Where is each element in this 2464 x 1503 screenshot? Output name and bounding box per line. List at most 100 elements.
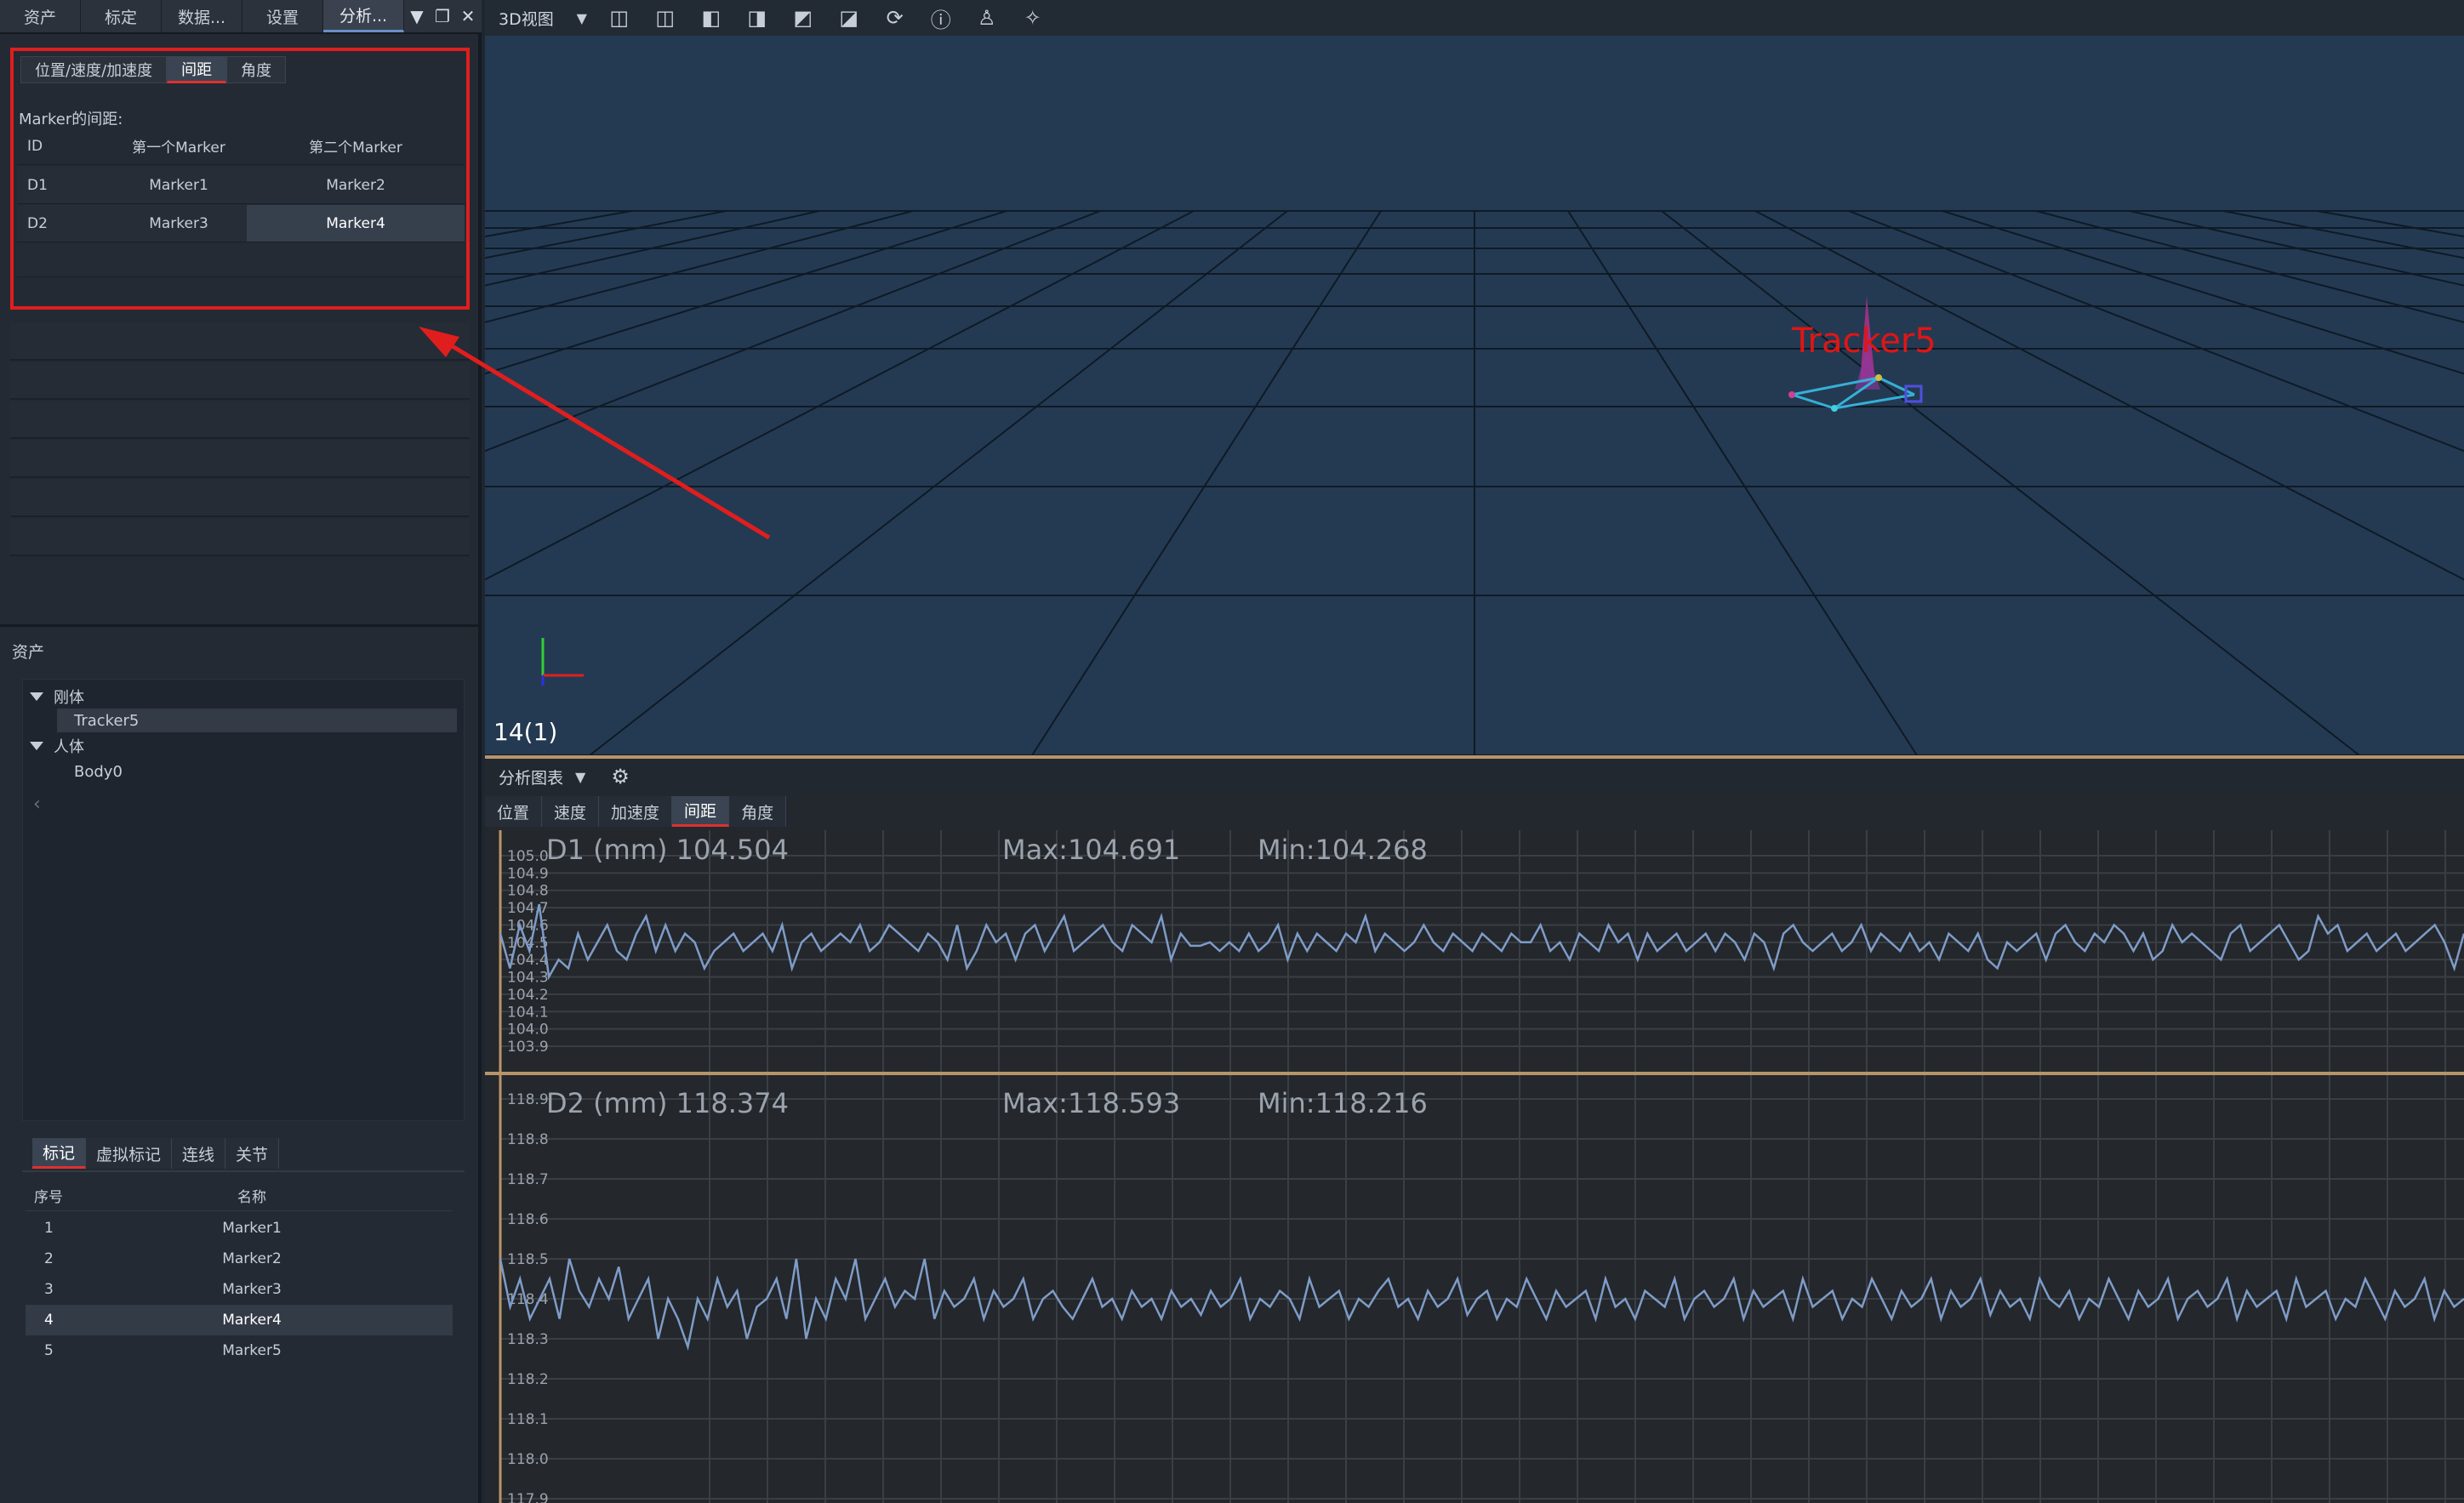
y-tick-label: 118.2 <box>507 1371 549 1388</box>
grid-line <box>1942 210 2464 375</box>
header-name: 名称 <box>237 1189 266 1206</box>
sparkle-icon[interactable]: ✧ <box>1010 0 1056 36</box>
divider <box>22 1170 465 1172</box>
grid-line <box>2035 210 2464 323</box>
d2-current-readout: D2 (mm) 118.374 <box>546 1087 789 1119</box>
d2-current-value: 118.374 <box>676 1087 789 1119</box>
grid-line <box>2129 210 2464 287</box>
y-tick-label: 118.1 <box>507 1411 549 1428</box>
marker-name: Marker5 <box>222 1342 282 1359</box>
marker-index: 4 <box>44 1312 54 1329</box>
tab-acceleration[interactable]: 加速度 <box>599 796 673 827</box>
y-tick-label: 118.5 <box>507 1251 549 1268</box>
asset-tree: 刚体 Tracker5 人体 Body0 ‹ <box>22 679 465 1121</box>
chart-toolbar: 分析图表 ▼ ⚙ <box>485 759 2464 794</box>
y-tick-label: 103.9 <box>507 1039 549 1056</box>
annotation-arrow <box>419 327 771 540</box>
grid-line <box>1031 210 1382 755</box>
y-tick-label: 117.9 <box>507 1491 549 1503</box>
tab-velocity[interactable]: 速度 <box>542 796 600 827</box>
gear-icon[interactable]: ⚙ <box>611 765 630 789</box>
y-tick-label: 104.9 <box>507 865 549 882</box>
tree-node-rigid[interactable]: 刚体 <box>30 685 84 709</box>
y-tick-label: 104.8 <box>507 883 549 900</box>
list-item[interactable]: 5 Marker5 <box>26 1335 453 1366</box>
axis-gizmo-icon <box>541 638 584 686</box>
marker-table-header: 序号 名称 <box>26 1181 453 1211</box>
y-tick-label: 118.7 <box>507 1171 549 1188</box>
expand-triangle-icon[interactable] <box>30 692 43 701</box>
d2-min-readout: Min:118.216 <box>1258 1087 1428 1119</box>
d2-max-readout: Max:118.593 <box>1002 1087 1181 1119</box>
tree-label: Tracker5 <box>74 711 140 730</box>
marker-name: Marker1 <box>222 1220 282 1237</box>
plot-d1[interactable]: 105.0 104.9 104.8 104.7 104.6 104.5 104.4 104.3… <box>492 830 2464 1072</box>
chart-panel-title[interactable]: 分析图表 <box>485 766 575 789</box>
grid-line <box>1661 210 2360 755</box>
y-tick-label: 118.0 <box>507 1451 549 1468</box>
tab-virtual-markers[interactable]: 虚拟标记 <box>86 1138 173 1169</box>
list-item[interactable]: 3 Marker3 <box>26 1274 453 1305</box>
series-line <box>499 903 2464 981</box>
tab-angle[interactable]: 角度 <box>729 796 787 827</box>
tree-item-body0[interactable]: Body0 <box>74 760 123 783</box>
d1-max-readout: Max:104.691 <box>1002 834 1181 866</box>
d1-current-value: 104.504 <box>676 834 789 866</box>
marker-tabs: 标记 虚拟标记 连线 关节 <box>32 1138 280 1169</box>
tab-position[interactable]: 位置 <box>485 796 543 827</box>
plot-d1-svg: 105.0104.9104.8104.7104.6104.5104.4104.3… <box>499 830 2464 1072</box>
tree-label: 人体 <box>54 738 84 756</box>
marker-index: 2 <box>44 1250 54 1267</box>
series-line <box>499 1258 2464 1352</box>
tree-label: 刚体 <box>54 689 84 707</box>
marker-index: 5 <box>44 1342 54 1359</box>
y-tick-label: 118.3 <box>507 1331 549 1348</box>
marker-name: Marker3 <box>222 1281 282 1298</box>
marker-index: 1 <box>44 1220 54 1237</box>
app-window: 资产 标定 数据... 设置 分析... ▼ ❐ ✕ 位置/速度/加速度 间距 … <box>0 0 2464 1503</box>
frame-counter: 14(1) <box>493 718 558 746</box>
marker-index: 3 <box>44 1281 54 1298</box>
y-tick-label: 104.0 <box>507 1022 549 1039</box>
header-index: 序号 <box>34 1189 63 1206</box>
y-tick-label: 105.0 <box>507 848 549 865</box>
y-tick-label: 118.6 <box>507 1211 549 1228</box>
refresh-icon[interactable]: ⟳ <box>872 0 918 36</box>
tree-item-tracker5[interactable]: Tracker5 <box>57 709 457 732</box>
person-icon[interactable]: ♙ <box>964 0 1010 36</box>
grid-line <box>2316 210 2464 238</box>
y-tick-label: 104.2 <box>507 987 549 1004</box>
plot-d2-svg: 118.9118.8118.7118.6118.5118.4118.3118.2… <box>499 1075 2464 1503</box>
y-tick-label: 104.3 <box>507 970 549 987</box>
assets-title: 资产 <box>12 643 45 662</box>
tree-label: Body0 <box>74 762 123 781</box>
expand-triangle-icon[interactable] <box>30 742 43 750</box>
d1-min-readout: Min:104.268 <box>1258 834 1428 866</box>
tab-distance[interactable]: 间距 <box>672 796 730 827</box>
chart-tabs: 位置 速度 加速度 间距 角度 <box>485 796 787 827</box>
info-icon[interactable]: ⓘ <box>918 0 964 36</box>
y-tick-label: 118.8 <box>507 1131 549 1148</box>
grid-line <box>2222 210 2464 259</box>
d1-current-readout: D1 (mm) 104.504 <box>546 834 789 866</box>
chart-dropdown-icon[interactable]: ▼ <box>575 769 611 785</box>
tab-markers[interactable]: 标记 <box>32 1138 87 1169</box>
list-item-selected[interactable]: 4 Marker4 <box>26 1305 453 1335</box>
list-item[interactable]: 1 Marker1 <box>26 1213 453 1244</box>
d1-series-name: D1 (mm) <box>546 834 668 866</box>
d2-series-name: D2 (mm) <box>546 1087 668 1119</box>
list-item[interactable]: 2 Marker2 <box>26 1244 453 1274</box>
plot-d2[interactable]: 118.9 118.8 118.7 118.6 118.5 118.4 118.3 118.2… <box>492 1075 2464 1503</box>
scroll-left-icon[interactable]: ‹ <box>33 792 41 816</box>
y-tick-label: 104.7 <box>507 900 549 917</box>
tab-joints[interactable]: 关节 <box>225 1138 280 1169</box>
y-tick-label: 104.1 <box>507 1004 549 1021</box>
divider <box>0 624 482 627</box>
marker-name: Marker4 <box>222 1312 282 1329</box>
tab-links[interactable]: 连线 <box>172 1138 226 1169</box>
analysis-chart-panel: 分析图表 ▼ ⚙ 位置 速度 加速度 间距 角度 105.0 104.9 104.8… <box>485 755 2464 1503</box>
tracker-label: Tracker5 <box>1792 322 1936 361</box>
y-tick-label: 118.9 <box>507 1091 549 1108</box>
tree-node-human[interactable]: 人体 <box>30 734 84 758</box>
marker-name: Marker2 <box>222 1250 282 1267</box>
